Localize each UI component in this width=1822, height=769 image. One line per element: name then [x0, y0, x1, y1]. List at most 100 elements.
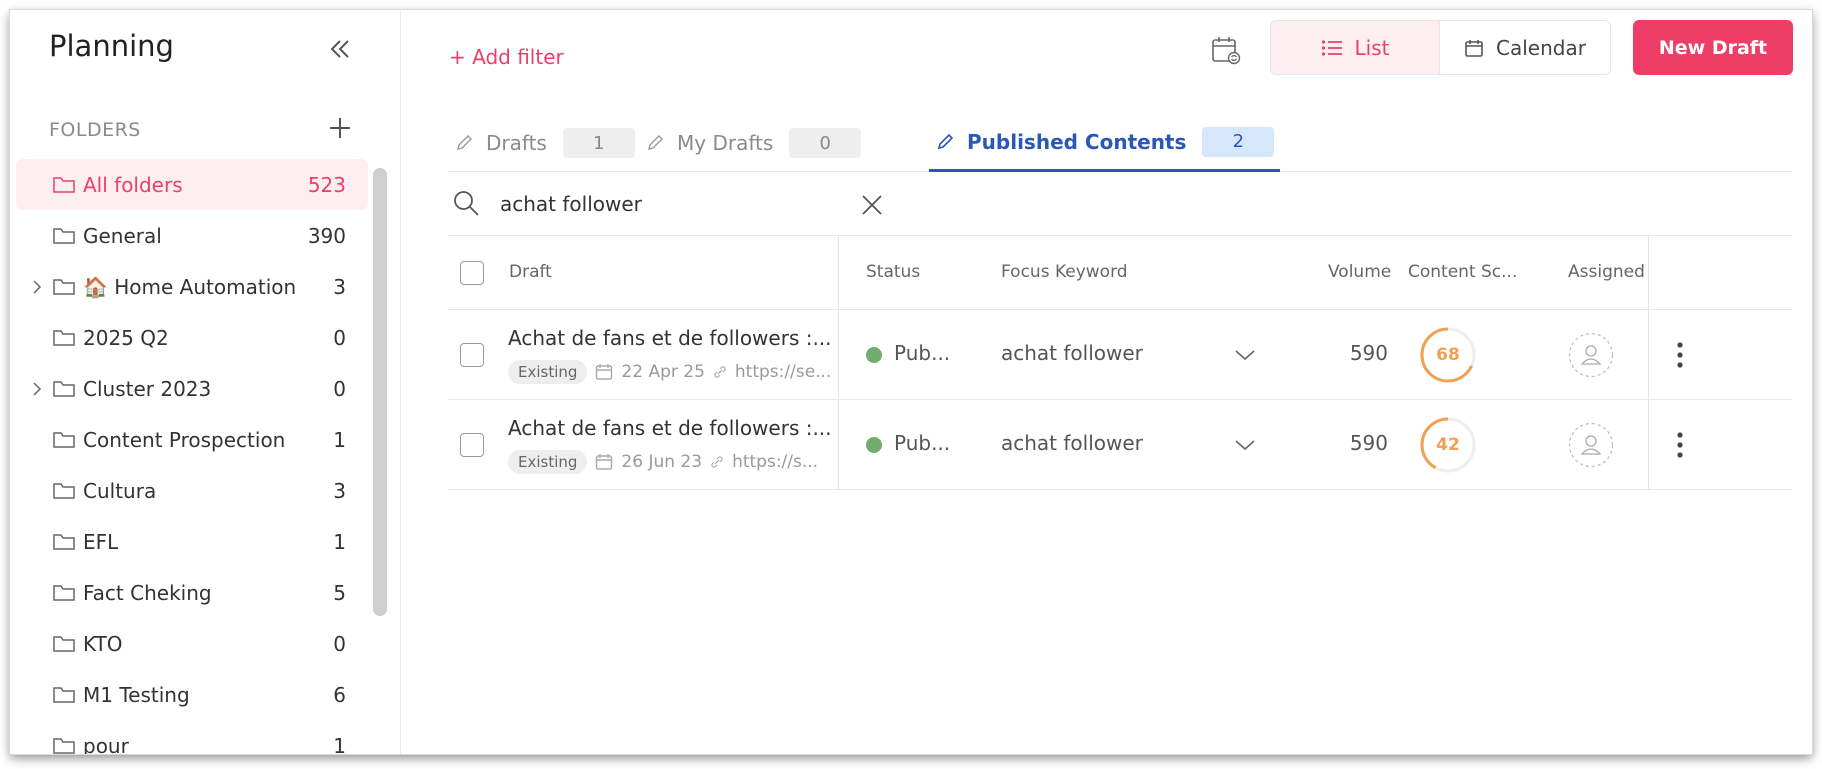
folder-item-general[interactable]: General 390 [16, 210, 368, 261]
collapse-sidebar-icon[interactable] [326, 35, 354, 63]
tab-label: Published Contents [967, 129, 1187, 154]
folder-item-efl[interactable]: EFL 1 [16, 516, 368, 567]
folder-icon [53, 585, 75, 601]
column-divider [1648, 236, 1649, 309]
table-header: Draft Status Focus Keyword Volume Conten… [448, 236, 1792, 310]
row-checkbox[interactable] [460, 343, 484, 367]
folder-item-cluster-2023[interactable]: Cluster 2023 0 [16, 363, 368, 414]
select-all-checkbox[interactable] [460, 261, 484, 285]
folder-name: General [83, 223, 162, 248]
folder-count: 1 [333, 529, 346, 554]
sidebar-scrollbar[interactable] [373, 168, 387, 616]
calendar-view-label: Calendar [1496, 35, 1586, 60]
search-input[interactable] [500, 186, 840, 222]
more-options-icon[interactable] [1675, 430, 1685, 460]
focus-keyword: achat follower [1001, 341, 1143, 365]
folder-icon [53, 738, 75, 754]
chevron-down-icon[interactable] [1234, 438, 1256, 452]
content-table: Draft Status Focus Keyword Volume Conten… [448, 236, 1792, 490]
chevron-right-icon[interactable] [30, 381, 44, 397]
folder-icon [53, 687, 75, 703]
content-tabs: Drafts 1 My Drafts 0 Published Contents … [448, 114, 1792, 172]
header-volume[interactable]: Volume [1328, 262, 1391, 282]
draft-title[interactable]: Achat de fans et de followers :... [508, 416, 832, 440]
search-bar [448, 172, 1792, 236]
folder-item-kto[interactable]: KTO 0 [16, 618, 368, 669]
folder-count: 0 [333, 325, 346, 350]
list-view-button[interactable]: List [1271, 21, 1439, 74]
assign-user-icon[interactable] [1568, 422, 1614, 468]
new-draft-button[interactable]: New Draft [1633, 20, 1793, 75]
folder-icon [53, 381, 75, 397]
folder-count: 3 [333, 478, 346, 503]
assign-user-icon[interactable] [1568, 332, 1614, 378]
draft-url[interactable]: https://se... [735, 362, 831, 382]
header-content-score[interactable]: Content Sc... [1408, 262, 1517, 282]
folder-name: KTO [83, 631, 123, 656]
pencil-icon [457, 135, 472, 150]
chevron-right-icon[interactable] [30, 279, 44, 295]
search-icon [454, 191, 479, 216]
add-folder-icon[interactable] [327, 115, 353, 141]
folder-name: 2025 Q2 [83, 325, 169, 350]
published-status-dot [866, 437, 882, 453]
folder-list: All folders 523 General 390 🏠 Home Autom… [16, 159, 368, 754]
more-options-icon[interactable] [1675, 340, 1685, 370]
column-divider [838, 400, 839, 489]
draft-meta: Existing 26 Jun 23 https://s... [508, 448, 818, 476]
existing-tag: Existing [508, 450, 588, 474]
folder-name: Fact Cheking [83, 580, 212, 605]
folder-name: pour [83, 733, 129, 755]
calendar-view-button[interactable]: Calendar [1439, 21, 1610, 74]
folder-count: 0 [333, 631, 346, 656]
list-icon [1321, 39, 1342, 56]
folder-item-home-automation[interactable]: 🏠 Home Automation 3 [16, 261, 368, 312]
header-assigned[interactable]: Assigned [1568, 262, 1645, 282]
folder-count: 0 [333, 376, 346, 401]
header-status[interactable]: Status [866, 262, 920, 282]
close-icon[interactable] [860, 193, 884, 217]
tab-label: Drafts [486, 131, 547, 155]
draft-url[interactable]: https://s... [732, 452, 818, 472]
folder-count: 5 [333, 580, 346, 605]
table-row[interactable]: Achat de fans et de followers :... Exist… [448, 400, 1792, 490]
tab-drafts[interactable]: Drafts 1 [448, 114, 635, 172]
draft-meta: Existing 22 Apr 25 https://se... [508, 358, 831, 386]
folder-item-content-prospection[interactable]: Content Prospection 1 [16, 414, 368, 465]
folder-count: 3 [333, 274, 346, 299]
column-divider [838, 236, 839, 309]
folder-item-all-folders[interactable]: All folders 523 [16, 159, 368, 210]
app-window: Planning FOLDERS All folders 523 General… [10, 10, 1812, 754]
add-filter-button[interactable]: + Add filter [449, 45, 564, 69]
folder-count: 523 [307, 172, 346, 197]
calendar-sync-icon[interactable] [1209, 33, 1243, 67]
folder-icon [53, 279, 75, 295]
folders-label: FOLDERS [49, 119, 141, 141]
tab-count-badge: 1 [562, 128, 635, 158]
draft-title[interactable]: Achat de fans et de followers :... [508, 326, 832, 350]
tab-my-drafts[interactable]: My Drafts 0 [639, 114, 862, 172]
folder-item-2025-q2[interactable]: 2025 Q2 0 [16, 312, 368, 363]
chevron-down-icon[interactable] [1234, 348, 1256, 362]
column-divider [838, 310, 839, 399]
header-draft[interactable]: Draft [509, 262, 552, 282]
table-row[interactable]: Achat de fans et de followers :... Exist… [448, 310, 1792, 400]
view-toggle: List Calendar [1270, 20, 1611, 75]
sidebar: Planning FOLDERS All folders 523 General… [10, 10, 401, 754]
header-focus-keyword[interactable]: Focus Keyword [1001, 262, 1128, 282]
folder-item-fact-cheking[interactable]: Fact Cheking 5 [16, 567, 368, 618]
draft-date: 22 Apr 25 [621, 362, 705, 382]
folder-icon [53, 330, 75, 346]
row-checkbox[interactable] [460, 433, 484, 457]
calendar-icon [1465, 39, 1483, 57]
pencil-icon [937, 133, 954, 149]
folder-item-pour[interactable]: pour 1 [16, 720, 368, 754]
tab-published-contents[interactable]: Published Contents 2 [929, 114, 1281, 172]
folder-icon [53, 177, 75, 193]
folder-item-m1-testing[interactable]: M1 Testing 6 [16, 669, 368, 720]
folder-icon [53, 534, 75, 550]
tab-count-badge: 0 [789, 128, 862, 158]
folder-item-cultura[interactable]: Cultura 3 [16, 465, 368, 516]
folder-name: Cultura [83, 478, 157, 503]
folder-name: EFL [83, 529, 119, 554]
